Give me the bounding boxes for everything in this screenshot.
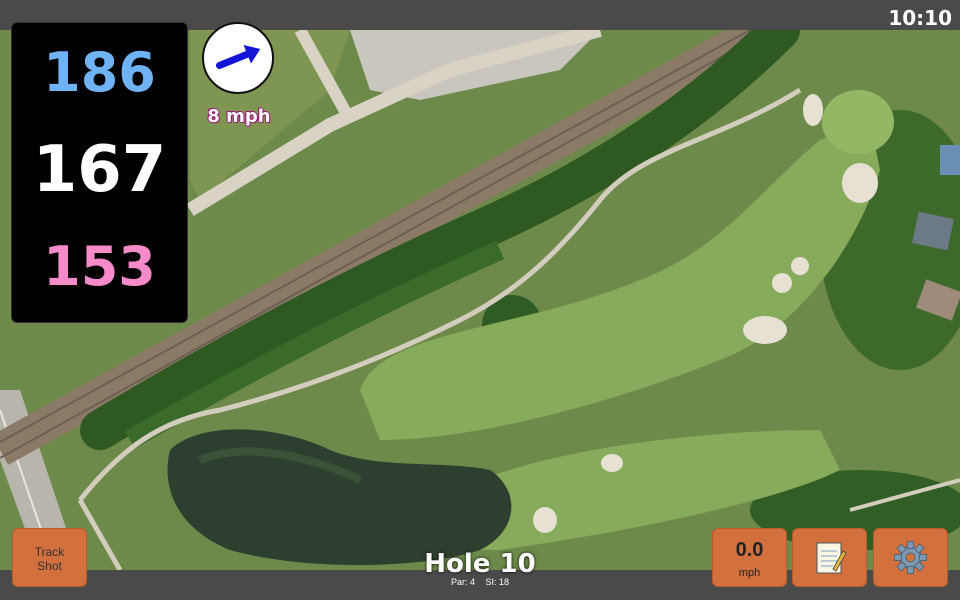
speed-button[interactable]: 0.0 mph xyxy=(712,528,787,587)
distance-back: 186 xyxy=(43,41,156,104)
gear-icon xyxy=(894,541,927,574)
distance-panel: 186 167 153 xyxy=(11,22,188,323)
hole-stroke-index: SI: 18 xyxy=(485,577,510,587)
wind-speed: 8 mph xyxy=(207,106,271,127)
settings-button[interactable] xyxy=(873,528,948,587)
track-shot-label-line1: Track xyxy=(34,545,65,559)
wind-indicator xyxy=(202,22,274,94)
distance-middle: 167 xyxy=(32,133,167,207)
distance-front: 153 xyxy=(43,235,156,298)
track-shot-label-line2: Shot xyxy=(37,559,62,573)
notepad-icon xyxy=(816,542,847,574)
notes-button[interactable] xyxy=(792,528,867,587)
speed-value: 0.0 xyxy=(735,539,764,561)
speed-unit: mph xyxy=(738,567,761,579)
hole-info: Par: 4 SI: 18 xyxy=(380,577,580,587)
wind-arrow-icon xyxy=(215,44,261,69)
track-shot-button[interactable]: Track Shot xyxy=(12,528,87,587)
hole-par: Par: 4 xyxy=(450,577,475,587)
hole-title: Hole 10 xyxy=(424,549,536,579)
clock: 10:10 xyxy=(888,6,952,30)
